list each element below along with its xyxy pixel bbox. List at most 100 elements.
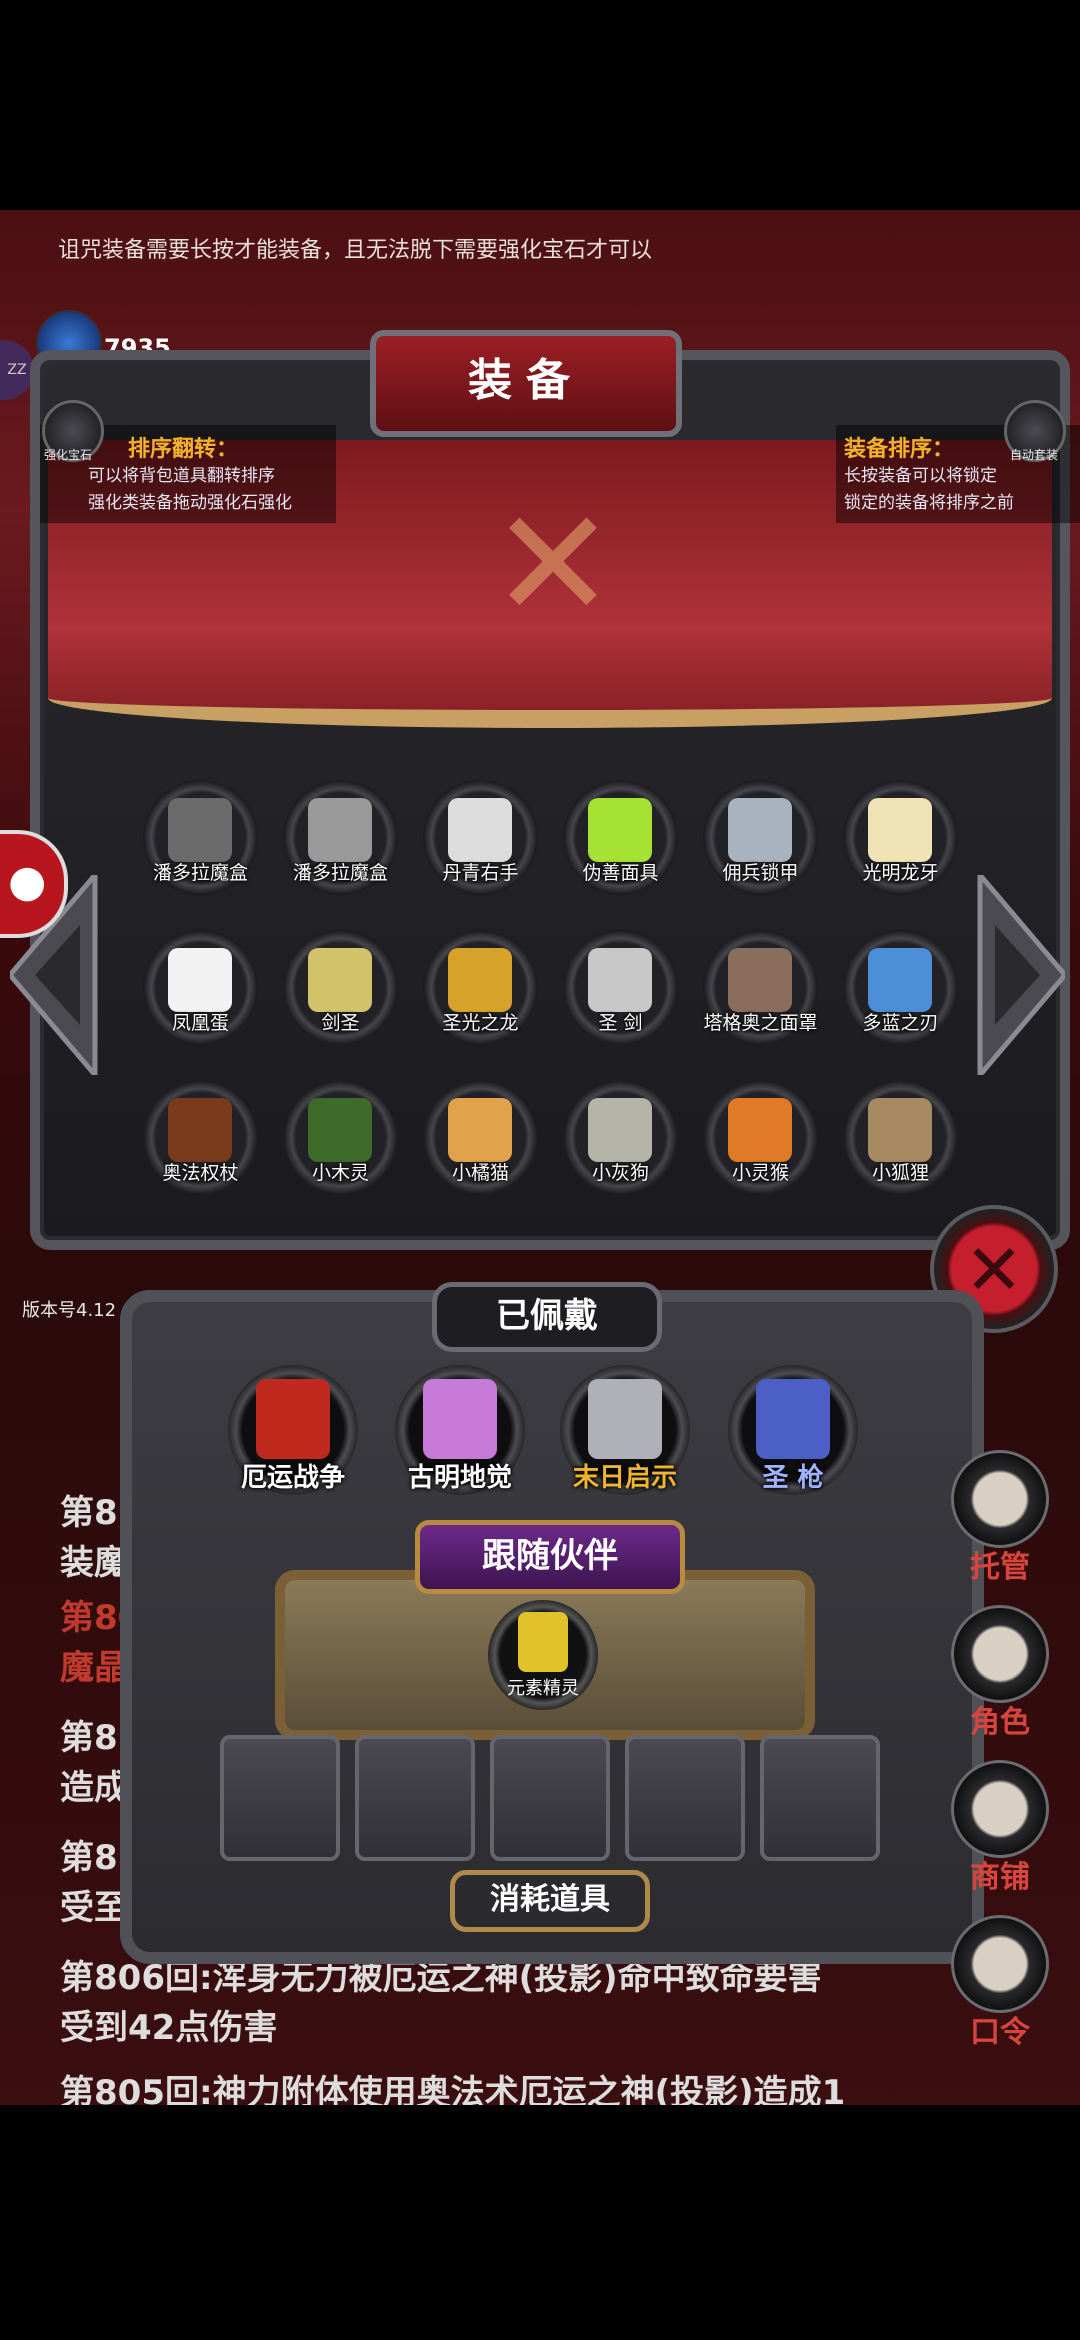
inventory-slot[interactable]: 奥法权杖 <box>143 1080 258 1195</box>
item-label: 奥法权杖 <box>162 1162 239 1184</box>
item-icon <box>308 948 372 1012</box>
hint-line: 锁定的装备将排序之前 <box>844 493 1014 513</box>
log-line: 受至 <box>60 1888 128 1928</box>
item-icon <box>728 798 792 862</box>
worn-item-icon <box>588 1379 662 1459</box>
side-button[interactable]: 角色 <box>950 1605 1050 1741</box>
hint-line: 长按装备可以将锁定 <box>844 466 997 486</box>
side-button-label: 口令 <box>970 2015 1030 2050</box>
consumable-slot[interactable] <box>760 1735 880 1861</box>
item-label: 圣 剑 <box>598 1012 643 1034</box>
worn-title: 已佩戴 <box>432 1282 662 1352</box>
worn-item-label: 厄运战争 <box>240 1463 345 1493</box>
inventory-slot[interactable]: 塔格奥之面罩 <box>703 930 818 1045</box>
item-icon <box>868 1098 932 1162</box>
item-icon <box>728 1098 792 1162</box>
inventory-slot[interactable]: 潘多拉魔盒 <box>143 780 258 895</box>
inventory-slot[interactable]: 小木灵 <box>283 1080 398 1195</box>
worn-item-icon <box>256 1379 330 1459</box>
log-line: 受到42点伤害 <box>60 2008 278 2048</box>
item-label: 小木灵 <box>311 1162 369 1184</box>
inventory-slot[interactable]: 小灵猴 <box>703 1080 818 1195</box>
side-button-label: 托管 <box>970 1550 1030 1585</box>
enhance-gem-label: 强化宝石 <box>44 448 93 462</box>
item-icon <box>308 798 372 862</box>
worn-slot[interactable]: 古明地觉 <box>395 1365 525 1495</box>
companion-slot[interactable]: 元素精灵 <box>488 1600 598 1710</box>
item-icon <box>588 948 652 1012</box>
companion-label: 元素精灵 <box>507 1678 579 1699</box>
inventory-slot[interactable]: 小灰狗 <box>563 1080 678 1195</box>
item-label: 小狐狸 <box>871 1162 929 1184</box>
inventory-slot[interactable]: 小橘猫 <box>423 1080 538 1195</box>
side-button[interactable]: 托管 <box>950 1450 1050 1586</box>
side-tab[interactable]: ZZ <box>0 340 34 400</box>
item-icon <box>728 948 792 1012</box>
log-line: 造成 <box>60 1768 128 1808</box>
log-line: 第8 <box>60 1718 118 1758</box>
item-icon <box>308 1098 372 1162</box>
item-label: 剑圣 <box>321 1012 360 1034</box>
elemental-spirit-icon <box>518 1612 568 1672</box>
auto-set-label: 自动套装 <box>1010 448 1059 462</box>
inventory-slot[interactable]: 光明龙牙 <box>843 780 958 895</box>
inventory-slot[interactable]: 丹青右手 <box>423 780 538 895</box>
side-button[interactable]: 商铺 <box>950 1760 1050 1896</box>
curse-tip: 诅咒装备需要长按才能装备，且无法脱下需要强化宝石才可以 <box>58 238 653 263</box>
log-line: 第8 <box>60 1493 118 1533</box>
version-label: 版本号4.12 <box>22 1300 117 1321</box>
item-label: 小灰狗 <box>591 1162 649 1184</box>
inventory-slot[interactable]: 佣兵锁甲 <box>703 780 818 895</box>
worn-slot[interactable]: 末日启示 <box>560 1365 690 1495</box>
item-icon <box>868 948 932 1012</box>
log-line: 装魔 <box>60 1543 128 1583</box>
person-icon: ● <box>8 856 47 907</box>
side-button-label: 商铺 <box>970 1860 1030 1895</box>
worn-slot[interactable]: 圣 枪 <box>728 1365 858 1495</box>
inventory-slot[interactable]: 圣 剑 <box>563 930 678 1045</box>
character-icon <box>951 1605 1049 1703</box>
item-icon <box>588 798 652 862</box>
inventory-slot[interactable]: 多蓝之刃 <box>843 930 958 1045</box>
worn-item-icon <box>756 1379 830 1459</box>
side-button[interactable]: 口令 <box>950 1915 1050 2051</box>
consumable-slot[interactable] <box>490 1735 610 1861</box>
consumable-slot[interactable] <box>220 1735 340 1861</box>
dice-icon <box>951 1450 1049 1548</box>
item-icon <box>588 1098 652 1162</box>
inventory-slot[interactable]: 潘多拉魔盒 <box>283 780 398 895</box>
log-line: 魔晶 <box>60 1648 128 1688</box>
consumables-title: 消耗道具 <box>450 1870 650 1932</box>
item-label: 光明龙牙 <box>862 862 939 884</box>
item-icon <box>168 798 232 862</box>
inventory-slot[interactable]: 伪善面具 <box>563 780 678 895</box>
shop-icon <box>951 1760 1049 1858</box>
item-label: 小橘猫 <box>451 1162 509 1184</box>
worn-item-label: 圣 枪 <box>762 1463 824 1493</box>
worn-item-label: 末日启示 <box>572 1463 677 1493</box>
consumable-slot[interactable] <box>355 1735 475 1861</box>
item-icon <box>168 1098 232 1162</box>
next-page-arrow-icon[interactable] <box>975 868 1069 1082</box>
item-label: 潘多拉魔盒 <box>292 862 388 884</box>
title-plate: 装备 <box>370 330 682 437</box>
side-button-label: 角色 <box>970 1705 1030 1740</box>
log-line: 第805回:神力附体使用奥法术厄运之神(投影)造成1 <box>60 2073 846 2105</box>
item-icon <box>868 798 932 862</box>
worn-item-icon <box>423 1379 497 1459</box>
scroll-icon <box>951 1915 1049 2013</box>
item-label: 佣兵锁甲 <box>722 862 799 884</box>
inventory-slot[interactable]: 圣光之龙 <box>423 930 538 1045</box>
log-line: 第8 <box>60 1838 118 1878</box>
companion-title: 跟随伙伴 <box>415 1520 685 1594</box>
worn-slot[interactable]: 厄运战争 <box>228 1365 358 1495</box>
hint-line: 强化类装备拖动强化石强化 <box>88 493 292 513</box>
consumable-slot[interactable] <box>625 1735 745 1861</box>
item-label: 潘多拉魔盒 <box>152 862 248 884</box>
crossed-swords-emblem-icon: ✕ <box>490 478 616 652</box>
inventory-slot[interactable]: 凤凰蛋 <box>143 930 258 1045</box>
item-label: 圣光之龙 <box>442 1012 519 1034</box>
inventory-slot[interactable]: 剑圣 <box>283 930 398 1045</box>
item-label: 伪善面具 <box>582 862 659 884</box>
inventory-slot[interactable]: 小狐狸 <box>843 1080 958 1195</box>
